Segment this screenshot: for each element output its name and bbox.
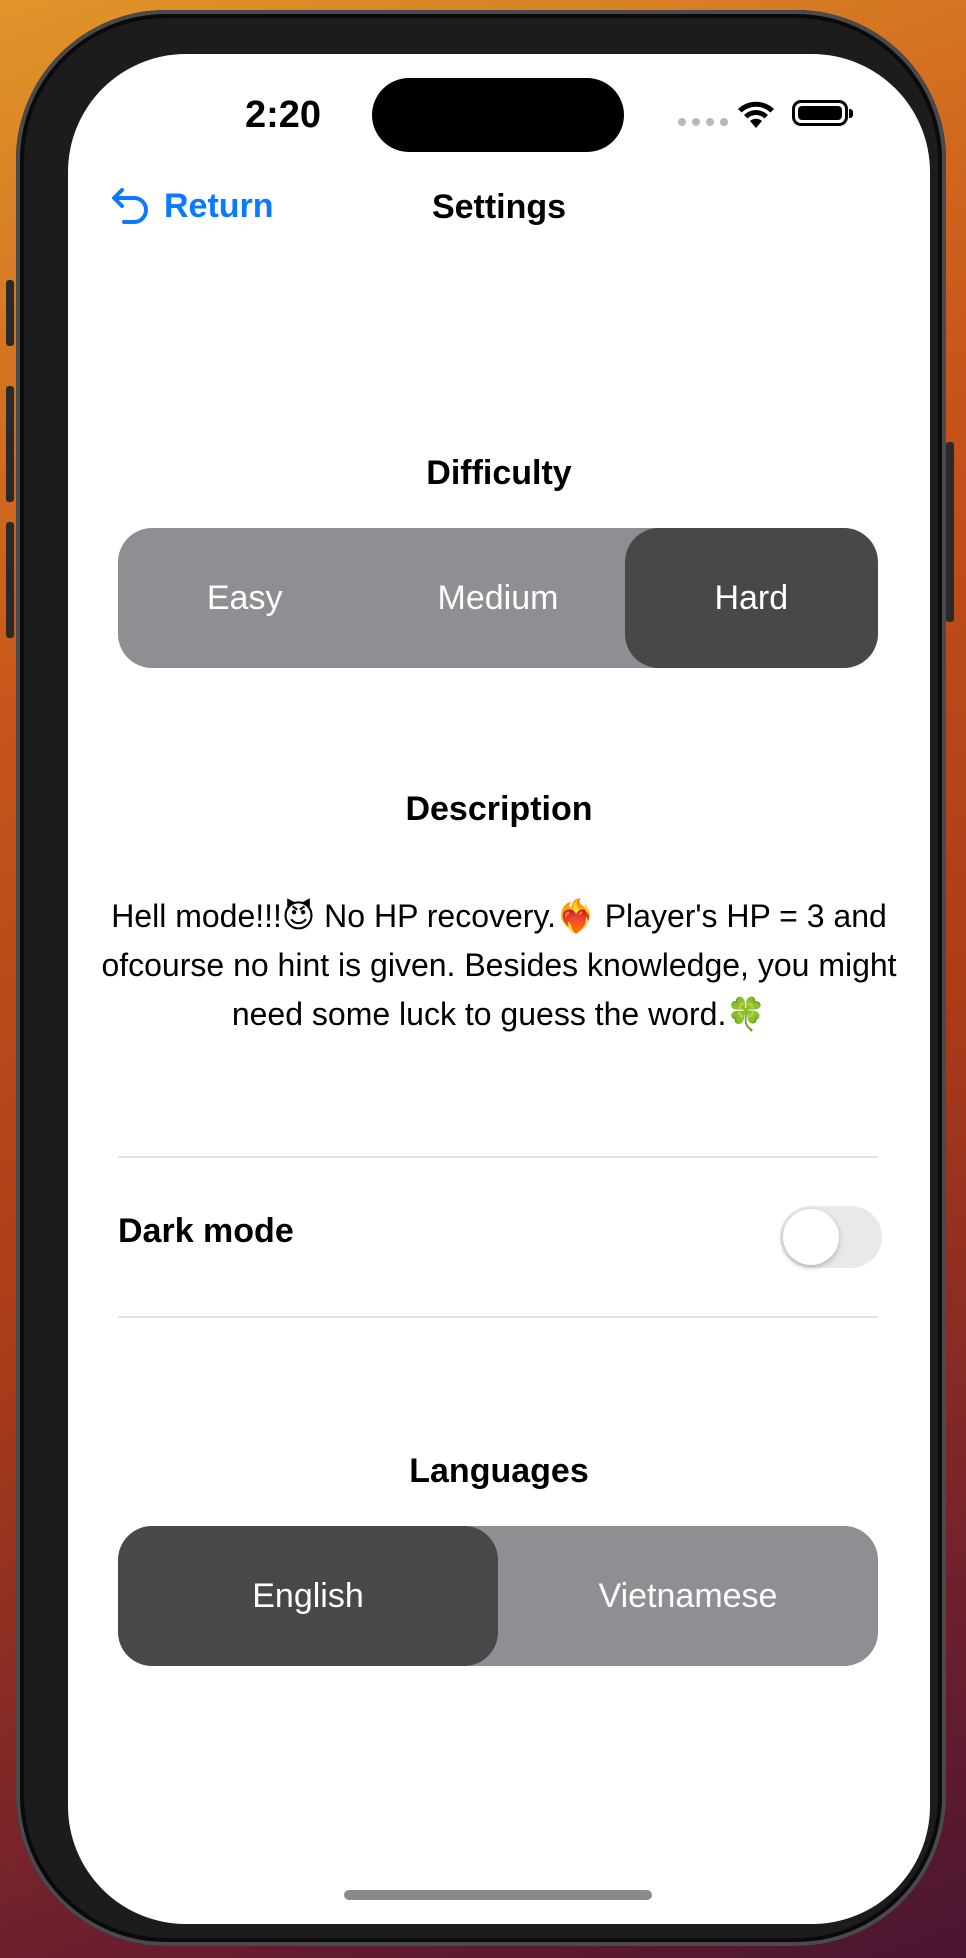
dark-mode-toggle[interactable]: [780, 1206, 882, 1268]
difficulty-option-easy[interactable]: Easy: [118, 528, 371, 668]
power-button: [946, 442, 954, 622]
toggle-knob: [783, 1209, 839, 1265]
cellular-signal-icon: [678, 118, 728, 126]
divider: [118, 1316, 878, 1318]
difficulty-segmented-control: Easy Medium Hard: [118, 528, 878, 668]
difficulty-option-hard[interactable]: Hard: [624, 528, 878, 668]
action-button: [6, 280, 14, 346]
languages-segmented-control: English Vietnamese: [118, 1526, 878, 1666]
divider: [118, 1156, 878, 1158]
battery-icon: [792, 100, 853, 126]
description-heading: Description: [405, 790, 593, 828]
phone-frame: 2:20 Return Settings Difficulty Easy Med…: [6, 10, 954, 1946]
volume-up-button: [6, 386, 14, 502]
language-option-vietnamese[interactable]: Vietnamese: [498, 1526, 878, 1666]
status-time: 2:20: [244, 94, 322, 136]
languages-heading: Languages: [409, 1452, 589, 1490]
page-title: Settings: [431, 188, 567, 226]
language-option-english[interactable]: English: [118, 1526, 498, 1666]
app-screen: 2:20 Return Settings Difficulty Easy Med…: [68, 54, 930, 1924]
difficulty-heading: Difficulty: [426, 454, 572, 492]
home-indicator[interactable]: [344, 1890, 652, 1900]
difficulty-option-medium[interactable]: Medium: [371, 528, 624, 668]
wifi-icon: [738, 101, 774, 128]
volume-down-button: [6, 522, 14, 638]
description-text: Hell mode!!!😈 No HP recovery.❤️‍🔥 Player…: [101, 898, 897, 1032]
dark-mode-label: Dark mode: [118, 1212, 294, 1250]
dynamic-island: [372, 78, 624, 152]
